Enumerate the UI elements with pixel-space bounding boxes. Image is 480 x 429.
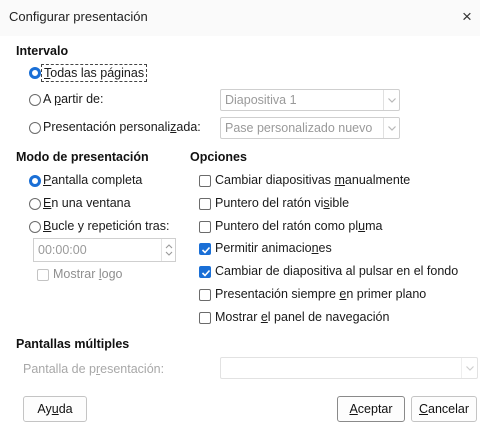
- chevron-down-icon: [383, 118, 399, 138]
- radio-presentacion-personalizada[interactable]: [29, 122, 41, 134]
- label-a-partir-de: A partir de:: [43, 92, 104, 106]
- chevron-down-icon: [383, 90, 399, 110]
- label-cambiar-manualmente: Cambiar diapositivas manualmente: [215, 173, 411, 187]
- label-panel-navegacion: Mostrar el panel de navegación: [215, 310, 390, 324]
- label-permitir-animaciones: Permitir animaciones: [215, 241, 332, 255]
- select-pase-personalizado[interactable]: Pase personalizado nuevo: [220, 117, 400, 139]
- aceptar-button[interactable]: Aceptar: [337, 396, 405, 422]
- checkmark-icon: [201, 246, 211, 254]
- radio-todas-las-paginas[interactable]: [29, 67, 41, 79]
- label-presentacion-personalizada: Presentación personalizada:: [43, 120, 201, 134]
- label-cambiar-al-pulsar-fondo: Cambiar de diapositiva al pulsar en el f…: [215, 264, 459, 278]
- checkbox-panel-navegacion[interactable]: [199, 312, 211, 324]
- select-diapositiva-inicial-value: Diapositiva 1: [225, 93, 297, 107]
- checkbox-cambiar-al-pulsar-fondo[interactable]: [199, 266, 211, 278]
- intervalo-heading: Intervalo: [16, 44, 69, 58]
- label-pantalla-completa: Pantalla completa: [43, 173, 143, 187]
- opciones-heading: Opciones: [190, 150, 247, 164]
- label-pantalla-presentacion: Pantalla de presentación:: [23, 362, 165, 376]
- select-pase-personalizado-value: Pase personalizado nuevo: [225, 121, 373, 135]
- radio-a-partir-de[interactable]: [29, 94, 41, 106]
- cancelar-button[interactable]: Cancelar: [411, 396, 477, 422]
- pausa-spinbox-value: 00:00:00: [38, 243, 87, 257]
- close-icon[interactable]: ×: [456, 5, 478, 29]
- label-en-una-ventana: En una ventana: [43, 196, 131, 210]
- pausa-spinbox[interactable]: 00:00:00: [33, 238, 176, 262]
- label-todas-las-paginas: Todas las páginas: [41, 64, 148, 82]
- checkbox-permitir-animaciones[interactable]: [199, 243, 211, 255]
- label-puntero-pluma: Puntero del ratón como pluma: [215, 219, 383, 233]
- label-mostrar-logo: Mostrar logo: [53, 267, 123, 281]
- radio-en-una-ventana[interactable]: [29, 198, 41, 210]
- pantallas-heading: Pantallas múltiples: [16, 337, 130, 351]
- radio-pantalla-completa[interactable]: [29, 175, 41, 187]
- label-bucle-repeticion: Bucle y repetición tras:: [43, 219, 170, 233]
- select-pantalla-presentacion[interactable]: [220, 357, 478, 379]
- spin-arrows-icon[interactable]: [161, 239, 176, 261]
- dialog-title: Configurar presentación: [9, 9, 148, 24]
- radio-bucle-repeticion[interactable]: [29, 221, 41, 233]
- ayuda-button[interactable]: Ayuda: [23, 396, 87, 422]
- label-puntero-visible: Puntero del ratón visible: [215, 196, 350, 210]
- label-siempre-primer-plano: Presentación siempre en primer plano: [215, 287, 427, 301]
- checkbox-mostrar-logo[interactable]: [37, 269, 49, 281]
- select-diapositiva-inicial[interactable]: Diapositiva 1: [220, 89, 400, 111]
- checkbox-puntero-pluma[interactable]: [199, 221, 211, 233]
- chevron-down-icon: [461, 358, 477, 378]
- checkbox-cambiar-manualmente[interactable]: [199, 175, 211, 187]
- modo-heading: Modo de presentación: [16, 150, 149, 164]
- checkbox-siempre-primer-plano[interactable]: [199, 289, 211, 301]
- checkbox-puntero-visible[interactable]: [199, 198, 211, 210]
- checkmark-icon: [201, 269, 211, 277]
